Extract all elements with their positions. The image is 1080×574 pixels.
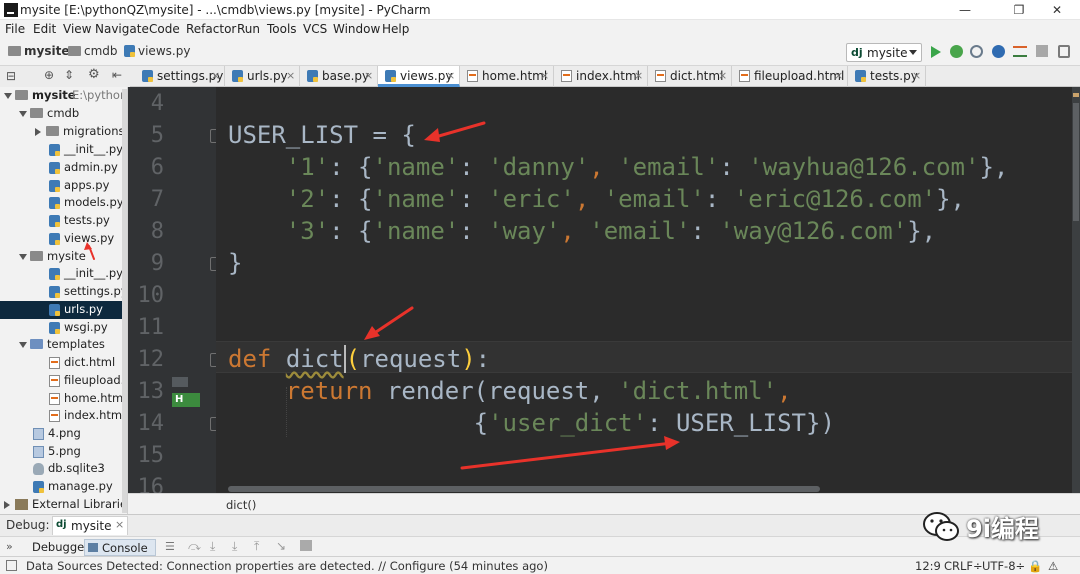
arrow-head bbox=[424, 128, 440, 142]
debug-config-tab[interactable]: dj mysite × bbox=[52, 516, 128, 535]
watermark: 9i编程 bbox=[922, 508, 1062, 544]
git-icon[interactable]: ⚠ bbox=[1048, 559, 1058, 573]
tab-label: Console bbox=[102, 541, 148, 555]
close-icon[interactable]: × bbox=[115, 518, 124, 531]
annotation-arrow bbox=[460, 441, 674, 470]
debug-tabs-bar: » Debugger Console ☰ ⤼ ⤓ ⤓ ⤒ ↘ bbox=[0, 536, 1080, 558]
evaluate-icon[interactable] bbox=[300, 540, 312, 551]
file-encoding[interactable]: UTF-8÷ bbox=[982, 559, 1025, 573]
lock-icon[interactable]: 🔒 bbox=[1028, 559, 1042, 573]
arrow-head bbox=[364, 326, 380, 340]
wechat-icon bbox=[923, 512, 959, 541]
arrow-head bbox=[84, 242, 92, 250]
debug-config-label: mysite bbox=[71, 519, 112, 533]
status-message[interactable]: Data Sources Detected: Connection proper… bbox=[26, 559, 548, 573]
tab-debugger[interactable]: Debugger bbox=[32, 540, 89, 554]
run-to-cursor-icon[interactable]: ↘ bbox=[276, 539, 286, 553]
line-separator[interactable]: CRLF÷ bbox=[944, 559, 983, 573]
annotation-arrow bbox=[430, 121, 486, 140]
django-icon: dj bbox=[56, 519, 67, 530]
debug-tool-header: Debug: dj mysite × bbox=[0, 514, 1080, 536]
debug-label: Debug: bbox=[6, 518, 50, 532]
arrow-head bbox=[664, 436, 680, 450]
status-bar: Data Sources Detected: Connection proper… bbox=[0, 556, 1080, 574]
expand-icon[interactable]: » bbox=[6, 540, 13, 553]
force-step-into-icon[interactable]: ⤓ bbox=[232, 539, 237, 554]
step-into-icon[interactable]: ⤓ bbox=[210, 539, 215, 554]
tab-console[interactable]: Console bbox=[84, 539, 156, 556]
annotation-arrows bbox=[84, 121, 680, 470]
watermark-text: 9i编程 bbox=[966, 515, 1039, 543]
cursor-position[interactable]: 12:9 bbox=[915, 559, 941, 573]
console-icon bbox=[88, 543, 98, 552]
layout-icon[interactable]: ☰ bbox=[165, 540, 175, 553]
function-breadcrumb[interactable]: dict() bbox=[226, 498, 256, 512]
step-out-icon[interactable]: ⤒ bbox=[254, 539, 259, 554]
step-over-icon[interactable]: ⤼ bbox=[188, 539, 201, 554]
toggle-tool-windows-icon[interactable] bbox=[6, 560, 17, 571]
